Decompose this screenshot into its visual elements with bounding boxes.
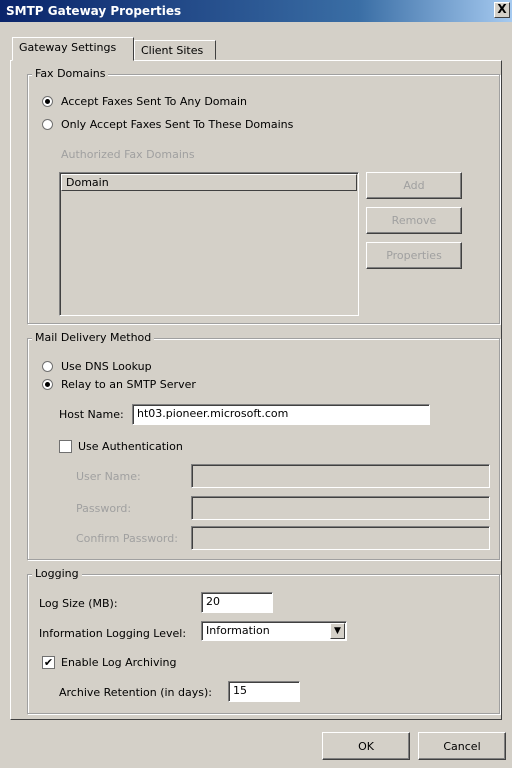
use-dns-lookup-label: Use DNS Lookup [61, 360, 152, 373]
host-name-label: Host Name: [59, 408, 124, 421]
use-dns-lookup-radio[interactable] [42, 361, 53, 372]
logging-legend: Logging [32, 568, 82, 580]
enable-log-archiving-label: Enable Log Archiving [61, 656, 177, 669]
relay-smtp-radio[interactable] [42, 379, 53, 390]
use-authentication-label: Use Authentication [78, 440, 183, 453]
log-size-input[interactable]: 20 [201, 592, 273, 613]
properties-button[interactable]: Properties [366, 242, 462, 269]
ok-button[interactable]: OK [322, 732, 410, 760]
only-accept-domains-label: Only Accept Faxes Sent To These Domains [61, 118, 294, 131]
confirm-password-label: Confirm Password: [76, 532, 178, 545]
user-name-label: User Name: [76, 470, 141, 483]
accept-any-domain-label: Accept Faxes Sent To Any Domain [61, 95, 248, 108]
confirm-password-input[interactable] [191, 526, 490, 550]
enable-log-archiving-checkbox[interactable]: ✔ [42, 656, 55, 669]
user-name-input[interactable] [191, 464, 490, 488]
use-authentication-checkbox[interactable] [59, 440, 72, 453]
domain-column-header[interactable]: Domain [61, 174, 357, 191]
cancel-button[interactable]: Cancel [418, 732, 506, 760]
add-button[interactable]: Add [366, 172, 462, 199]
logging-level-label: Information Logging Level: [39, 627, 187, 640]
log-size-label: Log Size (MB): [39, 597, 118, 610]
tab-gateway-settings[interactable]: Gateway Settings [12, 37, 134, 61]
accept-any-domain-radio[interactable] [42, 96, 53, 107]
host-name-input[interactable]: ht03.pioneer.microsoft.com [132, 404, 430, 425]
password-label: Password: [76, 502, 132, 515]
authorized-fax-domains-label: Authorized Fax Domains [61, 148, 195, 161]
tab-client-sites[interactable]: Client Sites [134, 40, 216, 60]
archive-retention-input[interactable]: 15 [228, 681, 300, 702]
relay-smtp-label: Relay to an SMTP Server [61, 378, 196, 391]
remove-button[interactable]: Remove [366, 207, 462, 234]
mail-delivery-legend: Mail Delivery Method [32, 332, 155, 344]
title-bar: SMTP Gateway Properties [0, 0, 512, 22]
fax-domains-legend: Fax Domains [32, 68, 109, 80]
close-icon[interactable]: X [494, 2, 510, 18]
logging-level-select[interactable]: Information [201, 621, 347, 641]
password-input[interactable] [191, 496, 490, 520]
window-title: SMTP Gateway Properties [6, 4, 182, 18]
chevron-down-icon[interactable]: ▼ [330, 623, 345, 639]
archive-retention-label: Archive Retention (in days): [59, 686, 212, 699]
domain-list[interactable] [59, 172, 359, 316]
only-accept-domains-radio[interactable] [42, 119, 53, 130]
